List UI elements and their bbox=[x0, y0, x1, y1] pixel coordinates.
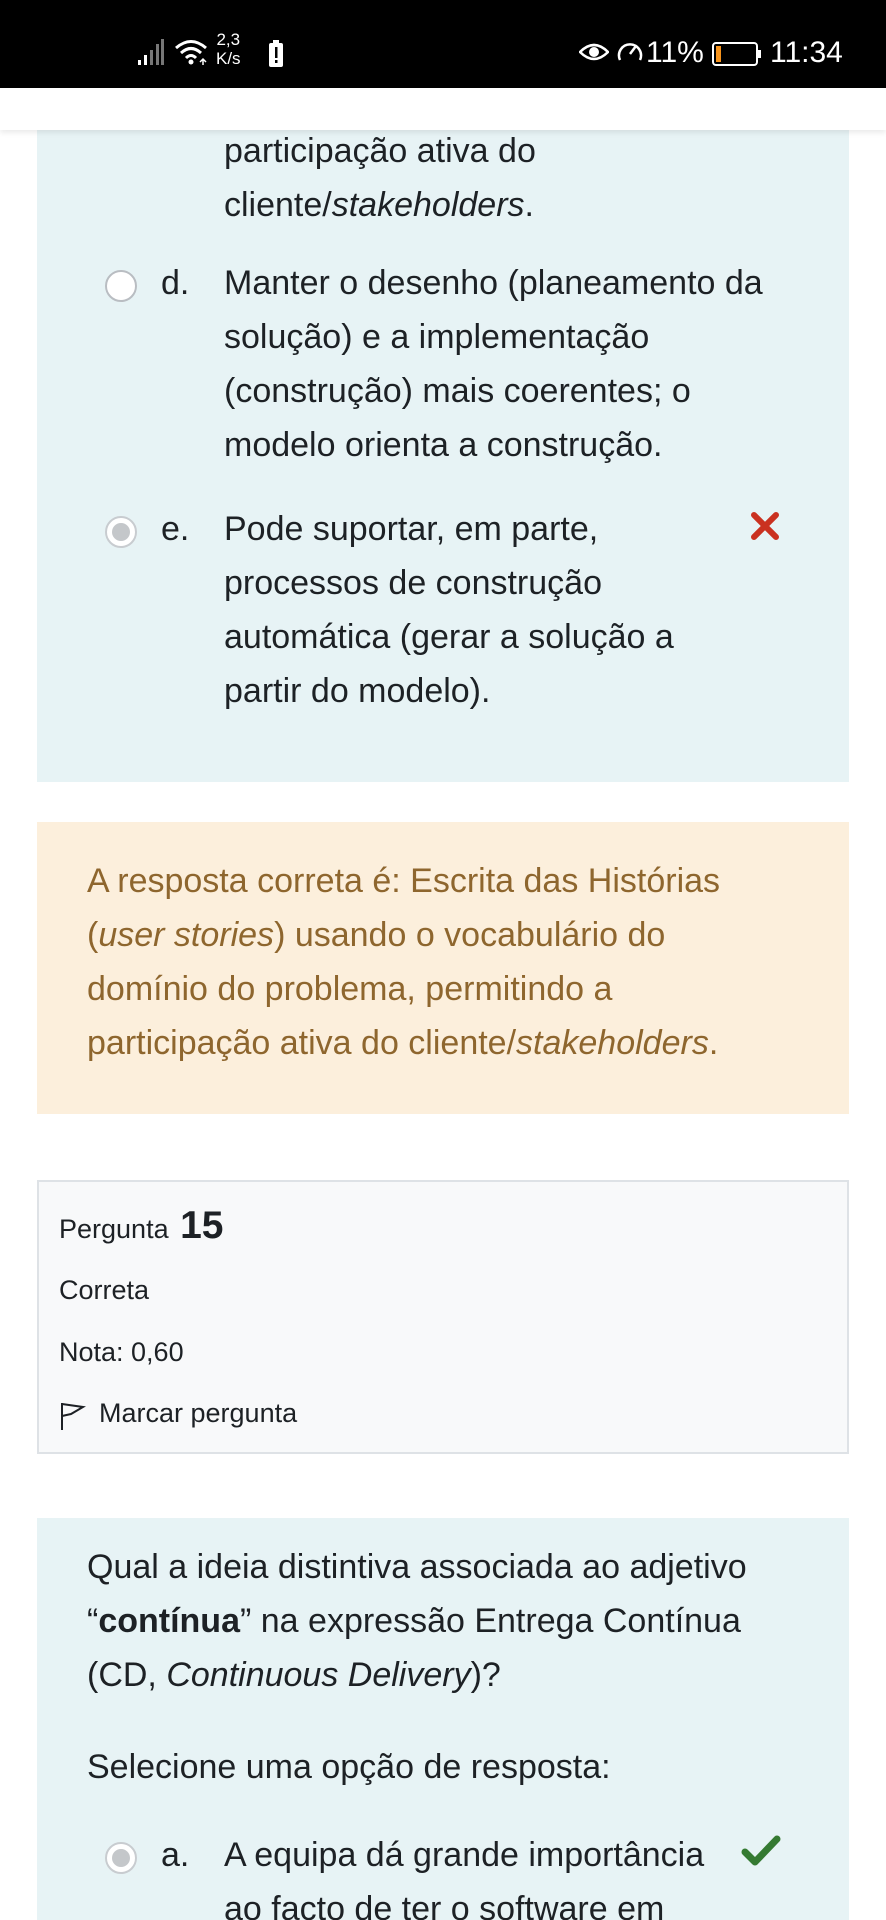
option-c-text-tail: participação ativa do cliente/stakeholde… bbox=[224, 132, 536, 224]
correct-check-icon bbox=[741, 1835, 781, 1866]
status-bar: 2,3 K/s 11% 11:34 bbox=[0, 0, 886, 88]
signal-icon bbox=[138, 39, 164, 65]
question-panel: Qual a ideia distintiva associada ao adj… bbox=[37, 1518, 849, 1920]
option-e-text: Pode suportar, em parte, processos de co… bbox=[224, 510, 674, 710]
network-speed-unit: K/s bbox=[216, 49, 241, 68]
flag-icon bbox=[61, 1403, 86, 1430]
battery-alert-icon bbox=[269, 40, 283, 67]
battery-percent: 11% bbox=[646, 36, 704, 69]
feedback-text: A resposta correta é: Escrita das Histór… bbox=[87, 862, 721, 1062]
question-info-box: Pergunta 15 Correta Nota: 0,60 Marcar pe… bbox=[37, 1180, 849, 1454]
option-a-letter: a. bbox=[161, 1836, 190, 1874]
wifi-icon bbox=[175, 40, 207, 65]
correct-answer-feedback: A resposta correta é: Escrita das Histór… bbox=[37, 822, 849, 1114]
question-grade: Nota: 0,60 bbox=[59, 1337, 184, 1367]
page-header-bar bbox=[0, 88, 886, 130]
question-text: Qual a ideia distintiva associada ao adj… bbox=[87, 1548, 747, 1694]
answer-prompt: Selecione uma opção de resposta: bbox=[87, 1748, 611, 1786]
option-a-radio[interactable] bbox=[105, 1842, 137, 1874]
option-d-letter: d. bbox=[161, 264, 190, 302]
eye-icon bbox=[579, 43, 609, 61]
flag-question-label[interactable]: Marcar pergunta bbox=[99, 1393, 297, 1433]
network-speed-value: 2,3 bbox=[216, 30, 241, 49]
clock: 11:34 bbox=[770, 36, 843, 69]
incorrect-x-icon bbox=[751, 512, 779, 540]
gauge-icon bbox=[617, 43, 643, 61]
option-e-radio[interactable] bbox=[105, 516, 137, 548]
battery-icon bbox=[712, 42, 761, 66]
network-speed: 2,3 K/s bbox=[216, 30, 241, 68]
option-e-letter: e. bbox=[161, 510, 190, 548]
option-a-text: A equipa dá grande importância ao facto … bbox=[224, 1836, 705, 1920]
question-number: Pergunta 15 bbox=[59, 1204, 224, 1247]
option-d-radio[interactable] bbox=[105, 270, 137, 302]
question-state: Correta bbox=[59, 1275, 150, 1305]
option-d-text: Manter o desenho (planeamento da solução… bbox=[224, 264, 763, 464]
answer-options-panel: participação ativa do cliente/stakeholde… bbox=[37, 120, 849, 782]
